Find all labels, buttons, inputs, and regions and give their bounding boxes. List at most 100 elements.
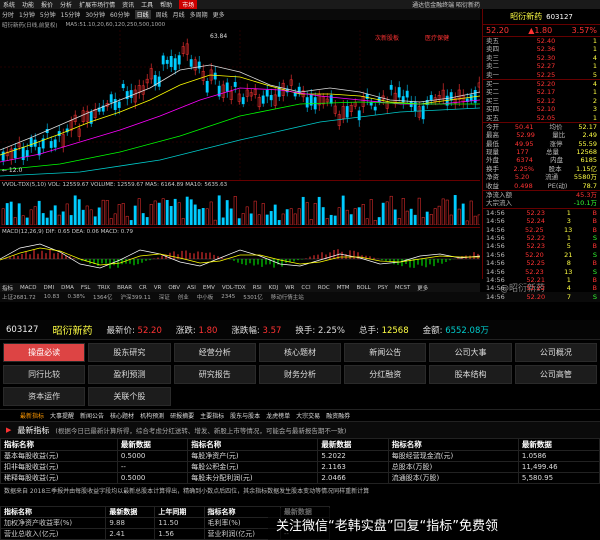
f10-nav-button[interactable]: 分红融资 bbox=[344, 365, 427, 384]
menu-item[interactable]: 帮助 bbox=[160, 0, 172, 9]
sub-link[interactable]: 大宗交易 bbox=[296, 411, 320, 420]
stat-label: 流通 bbox=[545, 173, 559, 182]
sub-link[interactable]: 股东与股本 bbox=[230, 411, 260, 420]
menu-item[interactable]: 工具 bbox=[141, 0, 153, 9]
price-chart[interactable]: 63.84 ← 12.0 次新股板 医疗保健 bbox=[0, 30, 480, 180]
menu-item[interactable]: 资讯 bbox=[122, 0, 134, 9]
f10-nav-button[interactable]: 经营分析 bbox=[173, 343, 256, 362]
indicator-tab[interactable]: EMV bbox=[203, 285, 215, 291]
volume-bar bbox=[389, 195, 393, 226]
order-row: 买五 52.05 1 bbox=[483, 114, 600, 122]
sub-link[interactable]: 机构预测 bbox=[140, 411, 164, 420]
volume-bar bbox=[17, 203, 21, 226]
f10-nav-button[interactable]: 股本结构 bbox=[429, 365, 512, 384]
indicator-tab[interactable]: VOL-TDX bbox=[222, 285, 246, 291]
macd-info: MACD(12,26,9) DIF: 0.65 DEA: 0.06 MACD: … bbox=[2, 229, 134, 235]
f10-nav-button[interactable]: 研究报告 bbox=[173, 365, 256, 384]
tf-button[interactable]: 周线 bbox=[156, 10, 168, 19]
indicator-tab[interactable]: MACD bbox=[20, 285, 37, 291]
sub-link[interactable]: 大事提醒 bbox=[50, 411, 74, 420]
stat-value: 2.49 bbox=[582, 131, 597, 140]
stat-value: 6374 bbox=[516, 156, 533, 165]
tf-button[interactable]: 1分钟 bbox=[19, 10, 35, 19]
indicator-tab[interactable]: 指标 bbox=[2, 284, 13, 292]
indicator-tab[interactable]: DMI bbox=[44, 285, 55, 291]
summary-chg: 1.80 bbox=[198, 325, 218, 336]
sub-link[interactable]: 融资融券 bbox=[326, 411, 350, 420]
sub-link[interactable]: 主要指标 bbox=[200, 411, 224, 420]
f10-nav-button[interactable]: 财务分析 bbox=[258, 365, 342, 384]
volume-bar bbox=[233, 196, 237, 226]
menu-item[interactable]: 报价 bbox=[41, 0, 53, 9]
volume-bar bbox=[25, 217, 29, 226]
indicator-tab[interactable]: BRAR bbox=[117, 285, 132, 291]
sub-link[interactable]: 核心题材 bbox=[110, 411, 134, 420]
order-row: 买一 52.20 4 bbox=[483, 80, 600, 88]
f10-nav-button[interactable]: 股东研究 bbox=[88, 343, 171, 362]
footnote: 数据来自 2018三季报并由每股收益字段均以最新总股本计算得出，精确到小数点后四… bbox=[4, 488, 370, 495]
sub-link[interactable]: 研报摘要 bbox=[170, 411, 194, 420]
menu-item[interactable]: 扩展市场行情 bbox=[79, 0, 115, 9]
indicator-tab[interactable]: WR bbox=[285, 285, 294, 291]
f10-nav-button[interactable]: 关联个股 bbox=[88, 387, 171, 406]
indicator-tab[interactable]: ROC bbox=[318, 285, 330, 291]
indicator-tab[interactable]: PSY bbox=[378, 285, 388, 291]
volume-bar bbox=[53, 205, 57, 226]
volume-bar bbox=[429, 214, 433, 226]
indicator-tab[interactable]: KDJ bbox=[269, 285, 278, 291]
f10-nav-button[interactable]: 核心题材 bbox=[258, 343, 342, 362]
f10-nav-button[interactable]: 操盘必读 bbox=[3, 343, 86, 362]
summary-code: 603127 bbox=[6, 324, 39, 335]
indicator-tab[interactable]: ASI bbox=[187, 285, 196, 291]
f10-nav-button[interactable]: 新闻公告 bbox=[344, 343, 427, 362]
macd-chart bbox=[0, 243, 481, 269]
indicator-tab[interactable]: CCI bbox=[301, 285, 310, 291]
candle-body bbox=[29, 138, 33, 147]
menu-item-market[interactable]: 市场 bbox=[179, 0, 198, 9]
f10-nav-button[interactable]: 公司高管 bbox=[514, 365, 597, 384]
indicator-tab[interactable]: 更多 bbox=[417, 284, 428, 292]
flow-value: 45.3万 bbox=[576, 191, 597, 200]
indicator-tab[interactable]: FSL bbox=[81, 285, 91, 291]
tf-button-selected[interactable]: 日线 bbox=[134, 10, 151, 19]
f10-nav-button[interactable]: 同行比较 bbox=[3, 365, 86, 384]
stat-label: 最低 bbox=[486, 139, 499, 148]
sub-link[interactable]: 龙虎榜单 bbox=[266, 411, 290, 420]
indicator-tab[interactable]: RSI bbox=[253, 285, 262, 291]
sub-link[interactable]: 最新指标 bbox=[20, 411, 44, 420]
tf-button[interactable]: 更多 bbox=[213, 10, 225, 19]
tf-button[interactable]: 15分钟 bbox=[61, 10, 81, 19]
tick-price: 52.20 bbox=[526, 292, 546, 301]
f10-nav-button[interactable]: 公司概况 bbox=[514, 343, 597, 362]
volume-bar bbox=[181, 218, 185, 226]
tf-button[interactable]: 分时 bbox=[2, 10, 14, 19]
indicator-tab[interactable]: MCST bbox=[395, 285, 410, 291]
stat-label: PE(动) bbox=[547, 181, 568, 190]
menu-item[interactable]: 系统 bbox=[3, 0, 15, 9]
tick-row: 14:56 52.20 21 S bbox=[483, 251, 600, 259]
volume-bar bbox=[413, 214, 417, 226]
indicator-tab[interactable]: TRIX bbox=[98, 285, 111, 291]
tf-button[interactable]: 5分钟 bbox=[40, 10, 56, 19]
table-cell: 11,499.46 bbox=[517, 461, 600, 473]
indicator-tab[interactable]: BOLL bbox=[357, 285, 371, 291]
menu-item[interactable]: 功能 bbox=[22, 0, 34, 9]
tf-button[interactable]: 月线 bbox=[173, 10, 185, 19]
tf-button[interactable]: 30分钟 bbox=[85, 10, 105, 19]
indicator-tab[interactable]: VR bbox=[154, 285, 162, 291]
indicator-tab[interactable]: DMA bbox=[61, 285, 74, 291]
f10-nav-button[interactable]: 公司大事 bbox=[429, 343, 512, 362]
sub-link[interactable]: 新闻公告 bbox=[80, 411, 104, 420]
f10-nav-button[interactable]: 资本运作 bbox=[3, 387, 86, 406]
tick-price: 52.22 bbox=[526, 233, 546, 242]
volume-bar bbox=[281, 213, 285, 226]
indicator-tab[interactable]: CR bbox=[139, 285, 147, 291]
table-cell: 2.1163 bbox=[317, 461, 389, 473]
f10-nav-button[interactable]: 盈利预测 bbox=[88, 365, 171, 384]
volume-bar bbox=[397, 218, 401, 226]
tf-button[interactable]: 60分钟 bbox=[110, 10, 130, 19]
menu-item[interactable]: 分析 bbox=[60, 0, 72, 9]
tf-button[interactable]: 多周期 bbox=[190, 10, 208, 19]
indicator-tab[interactable]: OBV bbox=[168, 285, 180, 291]
indicator-tab[interactable]: MTM bbox=[337, 285, 350, 291]
